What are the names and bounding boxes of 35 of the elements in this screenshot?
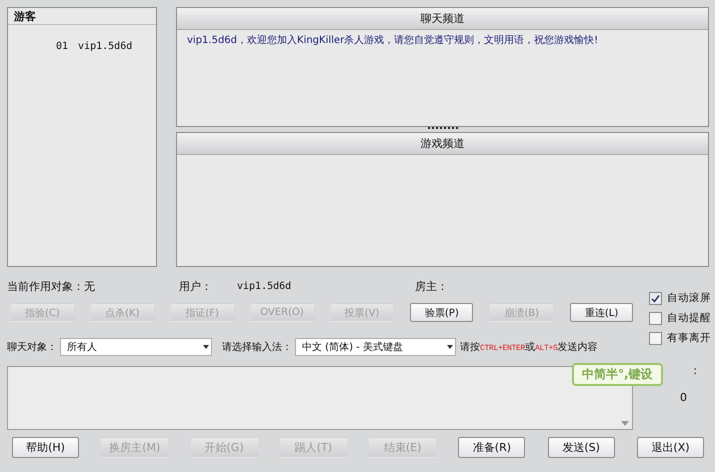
action-button[interactable]: 重连(L) <box>570 303 633 322</box>
checkbox[interactable] <box>649 312 662 324</box>
hint-text: 或 <box>525 340 536 354</box>
checkbox-label[interactable]: 自动提醒 <box>667 311 711 325</box>
user-label: 用户： <box>179 278 213 294</box>
hint-text: CTRL+ENTER <box>480 344 526 353</box>
checkbox[interactable] <box>649 292 662 304</box>
action-button[interactable]: 退出(X) <box>636 437 704 458</box>
counter-value: 0 <box>680 391 687 404</box>
action-button[interactable]: 验票(P) <box>410 303 474 322</box>
dropdown-arrow-icon[interactable] <box>447 345 453 349</box>
hint-text: ALT+S <box>535 344 558 353</box>
counter-label: : <box>693 364 697 377</box>
dropdown-arrow-icon[interactable] <box>203 345 209 349</box>
chat-target-label: 聊天对象： <box>7 340 57 354</box>
chat-target-dropdown[interactable]: 所有人 <box>60 338 212 356</box>
checkbox-label[interactable]: 有事离开 <box>667 331 711 345</box>
chat-message: vip1.5d6d，欢迎您加入KingKiller杀人游戏，请您自觉遵守规则，文明用语，祝您游戏愉快! <box>186 34 600 48</box>
user-name: vip1.5d6d <box>237 280 292 292</box>
checkbox[interactable] <box>649 332 662 344</box>
target-label: 当前作用对象：无 <box>7 278 96 294</box>
input-method-dropdown[interactable]: 中文 (简体) - 美式键盘 <box>295 338 456 356</box>
player-number: 01 <box>56 41 68 52</box>
channel-header: 聊天频道 <box>177 8 708 30</box>
action-button[interactable]: 准备(R) <box>458 437 526 458</box>
panel-title: 游客 <box>8 8 156 25</box>
player-name[interactable]: vip1.5d6d <box>78 41 132 52</box>
input-method-label: 请选择输入法： <box>222 340 292 354</box>
hint-text: 请按 <box>460 340 480 354</box>
hint-text: 发送内容 <box>558 340 598 354</box>
action-button[interactable]: 发送(S) <box>548 437 615 458</box>
channel-header: 游戏频道 <box>177 133 708 155</box>
checkbox-label[interactable]: 自动滚屏 <box>667 291 711 305</box>
action-button[interactable]: 帮助(H) <box>12 437 79 458</box>
host-label: 房主： <box>415 278 448 294</box>
